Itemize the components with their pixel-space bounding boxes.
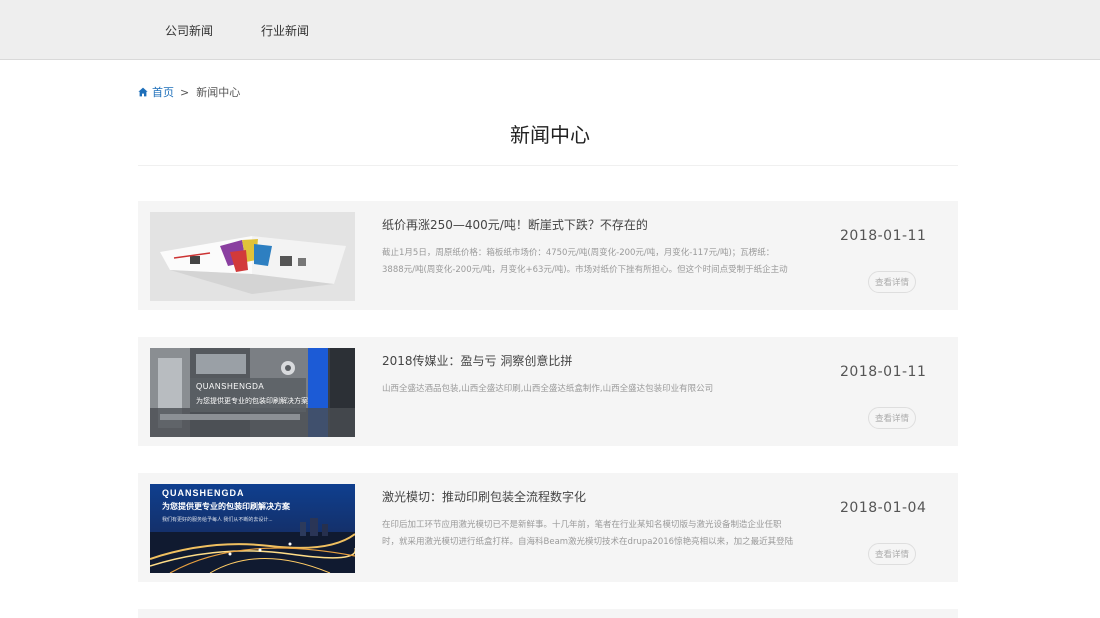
news-title[interactable]: 纸价再涨250—400元/吨！断崖式下跌？不存在的 xyxy=(382,216,648,233)
nav-item-industry-news[interactable]: 行业新闻 xyxy=(261,22,309,39)
news-item: QUANSHENGDA 为您提供更专业的包装印刷解决方案 2018传媒业：盈与亏… xyxy=(138,337,958,446)
breadcrumb-separator: > xyxy=(180,85,190,99)
view-details-button[interactable]: 查看详情 xyxy=(868,407,916,429)
thumbnail-brand-text: QUANSHENGDA xyxy=(196,382,265,391)
news-date: 2018-01-04 xyxy=(840,500,927,516)
news-summary: 在印后加工环节应用激光模切已不是新鲜事。十几年前，笔者在行业某知名模切版与激光设… xyxy=(382,520,794,547)
breadcrumb-home-link[interactable]: 首页 xyxy=(138,84,174,100)
news-item-partial xyxy=(138,609,958,618)
news-item: 纸价再涨250—400元/吨！断崖式下跌？不存在的 截止1月5日，周原纸价格：箱… xyxy=(138,201,958,310)
printing-machine-thumbnail-image xyxy=(150,348,355,437)
nav-item-company-news[interactable]: 公司新闻 xyxy=(165,22,213,39)
brochure-photo[interactable] xyxy=(150,212,355,301)
news-item: QUANSHENGDA 为您提供更专业的包装印刷解决方案 我们有更好的服务给予每… xyxy=(138,473,958,582)
title-divider xyxy=(138,165,958,166)
city-highway-night-photo[interactable]: QUANSHENGDA 为您提供更专业的包装印刷解决方案 我们有更好的服务给予每… xyxy=(150,484,355,573)
news-date: 2018-01-11 xyxy=(840,228,927,244)
thumbnail-small-text: 我们有更好的服务给予每人 我们从不断的去设计... xyxy=(162,517,273,523)
breadcrumb-home-label: 首页 xyxy=(152,86,174,99)
news-summary: 山西全盛达酒品包装,山西全盛达印刷,山西全盛达纸盒制作,山西全盛达包装印业有限公… xyxy=(382,384,714,394)
news-date: 2018-01-11 xyxy=(840,364,927,380)
printing-machine-photo[interactable]: QUANSHENGDA 为您提供更专业的包装印刷解决方案 xyxy=(150,348,355,437)
home-icon xyxy=(138,87,148,97)
page-title: 新闻中心 xyxy=(510,123,590,147)
news-title[interactable]: 激光模切：推动印刷包装全流程数字化 xyxy=(382,488,586,505)
breadcrumb-current: 新闻中心 xyxy=(196,86,241,99)
thumbnail-slogan-text: 为您提供更专业的包装印刷解决方案 xyxy=(196,398,308,405)
thumbnail-brand-text: QUANSHENGDA xyxy=(162,488,245,498)
news-title[interactable]: 2018传媒业：盈与亏 洞察创意比拼 xyxy=(382,352,572,369)
brochure-thumbnail-image xyxy=(150,212,355,301)
thumbnail-slogan-text: 为您提供更专业的包装印刷解决方案 xyxy=(162,502,290,511)
top-nav-bar: 公司新闻 行业新闻 xyxy=(0,0,1100,60)
breadcrumb: 首页 > 新闻中心 xyxy=(138,84,240,100)
view-details-button[interactable]: 查看详情 xyxy=(868,271,916,293)
view-details-button[interactable]: 查看详情 xyxy=(868,543,916,565)
news-summary: 截止1月5日，周原纸价格：箱板纸市场价：4750元/吨(周变化-200元/吨，月… xyxy=(382,248,788,275)
